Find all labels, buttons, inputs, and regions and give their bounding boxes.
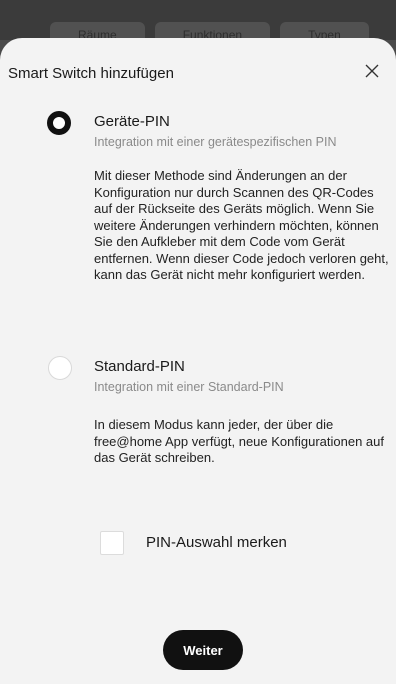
dialog-title: Smart Switch hinzufügen	[8, 65, 174, 82]
remember-pin-label[interactable]: PIN-Auswahl merken	[146, 534, 287, 551]
option-device-pin-subtitle: Integration mit einer gerätespezifischen…	[94, 135, 337, 149]
option-device-pin-description: Mit dieser Methode sind Änderungen an de…	[94, 168, 389, 282]
add-smart-switch-sheet: Smart Switch hinzufügen Geräte-PIN Integ…	[0, 38, 396, 684]
option-standard-pin-subtitle: Integration mit einer Standard-PIN	[94, 380, 284, 394]
option-standard-pin-title[interactable]: Standard-PIN	[94, 358, 185, 375]
remember-pin-checkbox[interactable]	[100, 531, 124, 555]
close-icon[interactable]	[362, 61, 382, 81]
option-standard-pin-description: In diesem Modus kann jeder, der über die…	[94, 417, 385, 465]
option-device-pin-title[interactable]: Geräte-PIN	[94, 113, 170, 130]
radio-standard-pin[interactable]	[48, 356, 72, 380]
continue-button[interactable]: Weiter	[163, 630, 243, 670]
radio-device-pin[interactable]	[47, 111, 71, 135]
